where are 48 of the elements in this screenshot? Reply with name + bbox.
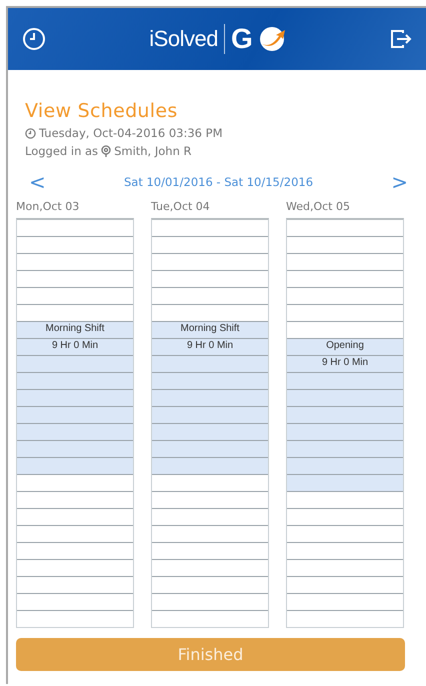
time-slot[interactable] [152, 441, 268, 458]
time-slot[interactable] [17, 373, 133, 390]
time-slot[interactable] [152, 458, 268, 475]
time-slot[interactable] [287, 373, 403, 390]
time-slot[interactable] [287, 390, 403, 407]
clock-icon [25, 128, 36, 138]
day-label: Mon,Oct 03 [16, 200, 80, 215]
date-range: Sat 10/01/2016 - Sat 10/15/2016 [124, 175, 314, 189]
time-slot[interactable]: Opening [287, 339, 403, 356]
time-slot[interactable] [152, 356, 268, 373]
time-slot[interactable] [287, 441, 403, 458]
time-slot[interactable] [287, 458, 403, 475]
time-slot[interactable]: Morning Shift [152, 322, 268, 339]
shift-text: Morning Shift [180, 322, 240, 336]
time-slot[interactable]: 9 Hr 0 Min [17, 339, 133, 356]
shift-text: Opening [326, 339, 364, 353]
time-slot[interactable]: Morning Shift [17, 322, 133, 339]
time-slot[interactable] [287, 424, 403, 441]
time-slot[interactable] [152, 390, 268, 407]
user-name: Smith, John R [114, 144, 192, 158]
time-slot[interactable] [152, 373, 268, 390]
time-slot[interactable] [17, 424, 133, 441]
product-name: G [230, 23, 253, 55]
time-slot[interactable] [17, 441, 133, 458]
clock-icon[interactable] [22, 27, 46, 51]
time-slot[interactable] [152, 424, 268, 441]
day-label: Wed,Oct 05 [286, 200, 351, 215]
brand-name: iSolved [149, 26, 218, 52]
time-slot[interactable]: 9 Hr 0 Min [287, 356, 403, 373]
time-slot[interactable] [17, 407, 133, 424]
shift-text: 9 Hr 0 Min [52, 339, 98, 353]
logged-in-label: Logged in as [25, 144, 98, 158]
time-slot[interactable] [287, 407, 403, 424]
day-label: Tue,Oct 04 [151, 200, 211, 215]
shift-text: 9 Hr 0 Min [322, 356, 368, 370]
logout-icon[interactable] [390, 29, 412, 49]
arrow-logo-icon [258, 26, 287, 52]
user-pin-icon [101, 145, 112, 157]
page-title: View Schedules [25, 100, 179, 122]
time-slot[interactable]: 9 Hr 0 Min [152, 339, 268, 356]
time-slot[interactable] [152, 407, 268, 424]
shift-text: 9 Hr 0 Min [186, 339, 234, 353]
current-datetime: Tuesday, Oct-04-2016 03:36 PM [39, 126, 222, 140]
shift-text: Morning Shift [46, 322, 104, 336]
time-slot[interactable] [17, 390, 133, 407]
time-slot[interactable] [17, 356, 133, 373]
time-slot[interactable] [287, 475, 403, 492]
time-slot[interactable] [17, 458, 133, 475]
